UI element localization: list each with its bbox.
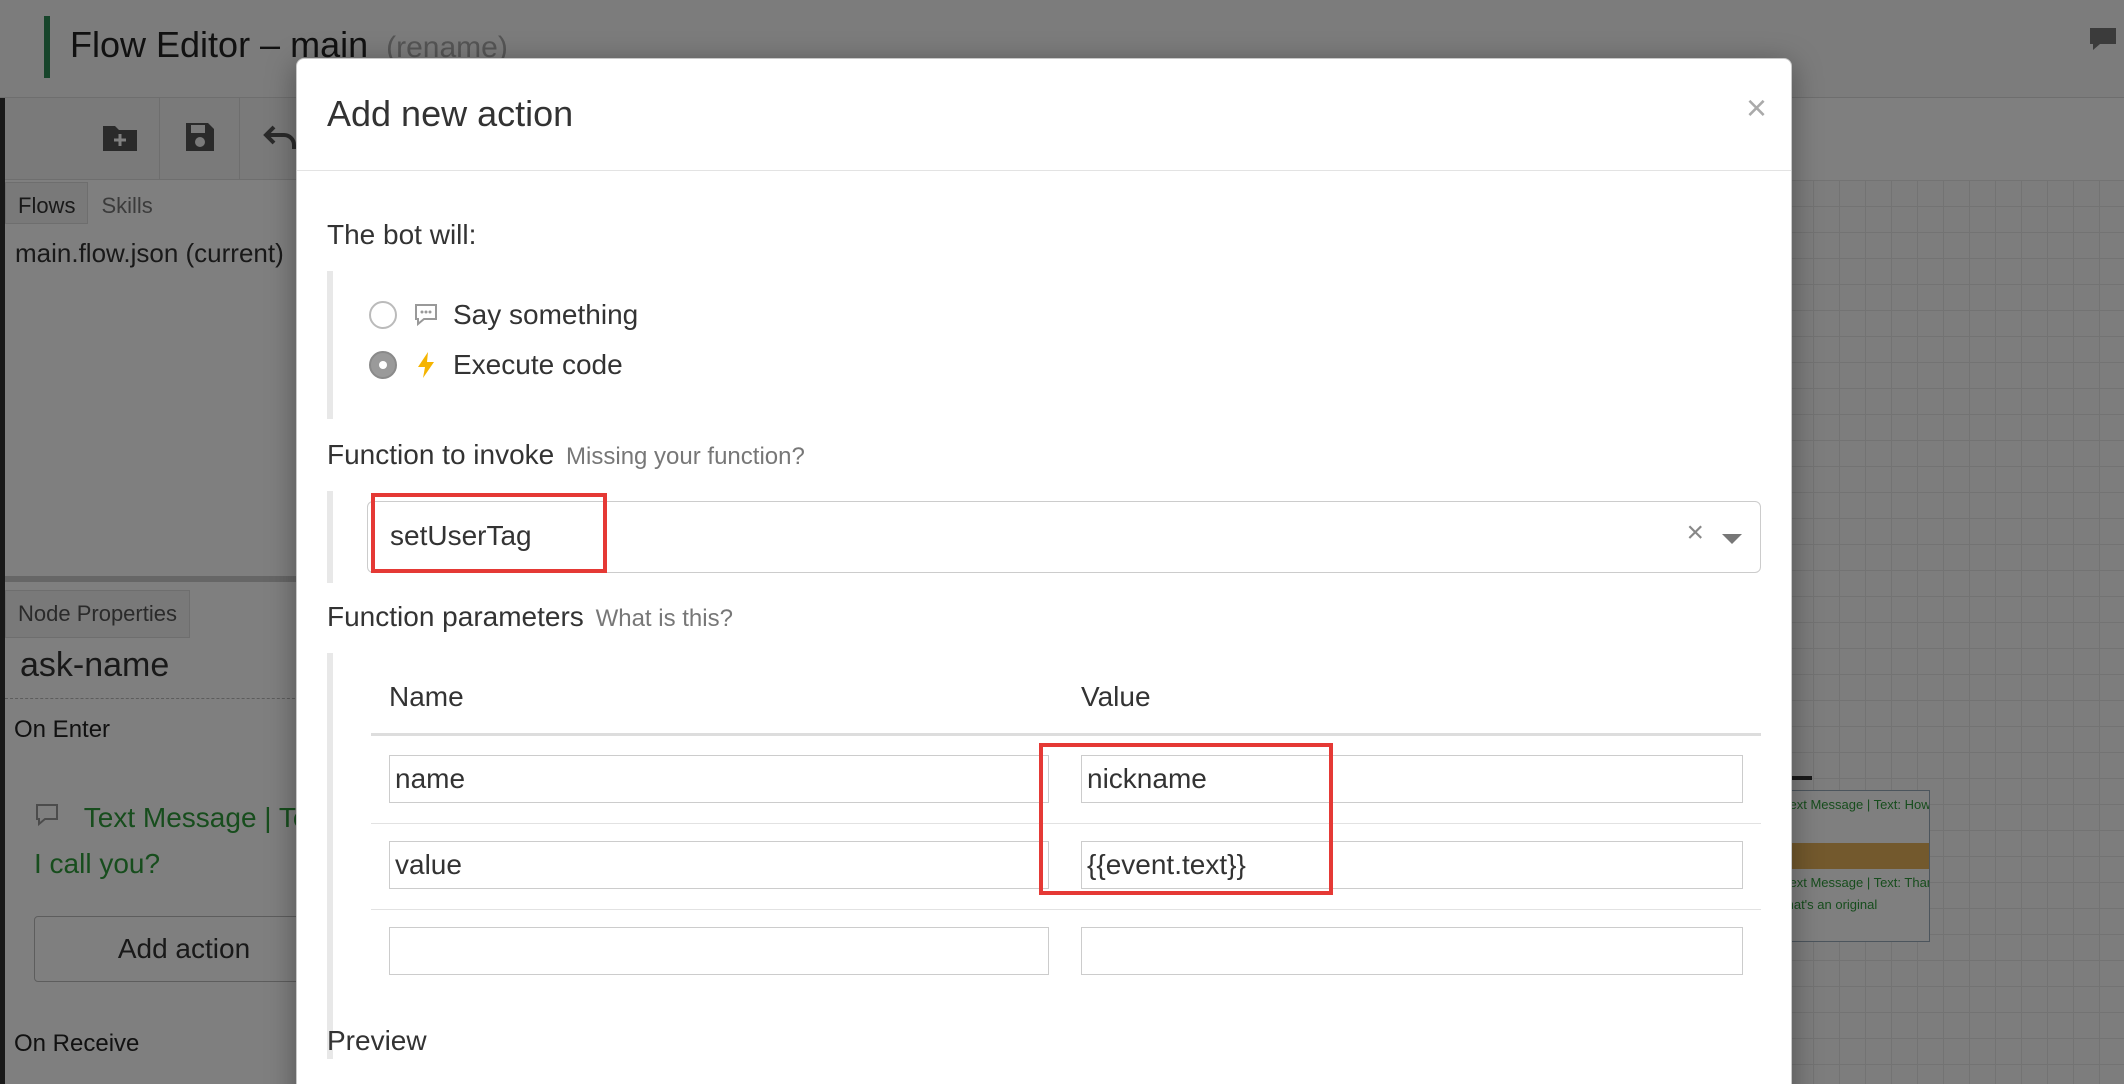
params-label-text: Function parameters: [327, 601, 584, 632]
table-row-divider: [371, 909, 1761, 910]
execute-code-radio[interactable]: [369, 351, 397, 379]
column-header-name: Name: [389, 681, 464, 712]
clear-icon[interactable]: ×: [1686, 516, 1704, 550]
lightning-icon: [411, 351, 441, 379]
params-bar: [327, 653, 333, 1059]
option-execute-code[interactable]: Execute code: [369, 349, 623, 381]
param-value-input[interactable]: [1081, 927, 1743, 975]
table-header-divider: [371, 733, 1761, 736]
modal-header: Add new action ×: [297, 59, 1791, 171]
execute-code-label: Execute code: [453, 349, 623, 380]
close-icon[interactable]: ×: [1746, 87, 1767, 129]
function-label-text: Function to invoke: [327, 439, 555, 470]
add-action-modal: Add new action × The bot will: Say somet…: [296, 58, 1792, 1084]
say-something-radio[interactable]: [369, 301, 397, 329]
column-header-value: Value: [1081, 681, 1151, 712]
speech-bubble-icon: [411, 302, 441, 328]
bot-will-label: The bot will:: [327, 219, 477, 250]
preview-label: Preview: [327, 1025, 427, 1056]
option-say-something[interactable]: Say something: [369, 299, 638, 331]
function-bar: [327, 491, 333, 583]
chevron-down-icon[interactable]: [1722, 534, 1742, 544]
options-bar: [327, 271, 333, 419]
param-name-input[interactable]: [389, 841, 1049, 889]
what-is-this-link[interactable]: What is this?: [596, 605, 733, 632]
missing-function-link[interactable]: Missing your function?: [566, 443, 805, 470]
say-something-label: Say something: [453, 299, 639, 330]
param-name-input[interactable]: [389, 927, 1049, 975]
function-label: Function to invoke Missing your function…: [327, 439, 805, 471]
highlight-function: [371, 493, 607, 573]
modal-title: Add new action: [327, 93, 574, 134]
highlight-values: [1039, 743, 1333, 895]
param-name-input[interactable]: [389, 755, 1049, 803]
params-label: Function parameters What is this?: [327, 601, 733, 633]
